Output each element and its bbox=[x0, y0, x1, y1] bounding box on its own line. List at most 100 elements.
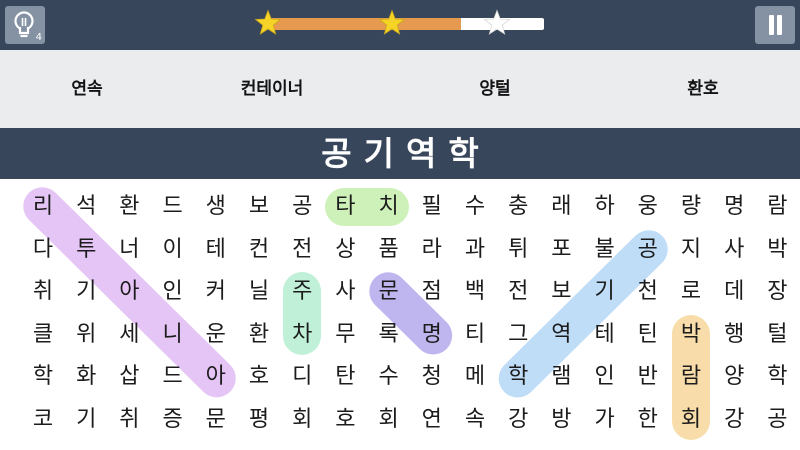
grid-cell[interactable]: 램 bbox=[539, 357, 583, 397]
grid-cell[interactable]: 래 bbox=[539, 187, 583, 227]
grid-cell[interactable]: 기 bbox=[64, 272, 108, 312]
grid-cell[interactable]: 문 bbox=[367, 272, 411, 312]
grid-cell[interactable]: 점 bbox=[410, 272, 454, 312]
grid-cell[interactable]: 강 bbox=[712, 400, 756, 440]
grid-cell[interactable]: 라 bbox=[410, 230, 454, 270]
grid-cell[interactable]: 수 bbox=[367, 357, 411, 397]
hint-button[interactable]: 4 bbox=[5, 6, 45, 44]
grid-cell[interactable]: 무 bbox=[323, 315, 367, 355]
grid-cell[interactable]: 생 bbox=[194, 187, 238, 227]
grid-cell[interactable]: 공 bbox=[626, 230, 670, 270]
grid-cell[interactable]: 드 bbox=[151, 187, 195, 227]
grid-cell[interactable]: 사 bbox=[712, 230, 756, 270]
grid-cell[interactable]: 코 bbox=[21, 400, 65, 440]
grid-cell[interactable]: 티 bbox=[453, 315, 497, 355]
grid-cell[interactable]: 취 bbox=[107, 400, 151, 440]
grid-cell[interactable]: 튀 bbox=[496, 230, 540, 270]
grid-cell[interactable]: 지 bbox=[669, 230, 713, 270]
grid-cell[interactable]: 공 bbox=[280, 187, 324, 227]
grid-cell[interactable]: 위 bbox=[64, 315, 108, 355]
grid-cell[interactable]: 너 bbox=[107, 230, 151, 270]
grid-cell[interactable]: 불 bbox=[583, 230, 627, 270]
grid-cell[interactable]: 기 bbox=[64, 400, 108, 440]
grid-cell[interactable]: 학 bbox=[21, 357, 65, 397]
grid-cell[interactable]: 호 bbox=[323, 400, 367, 440]
grid-cell[interactable]: 아 bbox=[194, 357, 238, 397]
grid-cell[interactable]: 이 bbox=[151, 230, 195, 270]
grid-cell[interactable]: 반 bbox=[626, 357, 670, 397]
grid-cell[interactable]: 인 bbox=[583, 357, 627, 397]
grid-cell[interactable]: 회 bbox=[367, 400, 411, 440]
grid-cell[interactable]: 문 bbox=[194, 400, 238, 440]
grid-cell[interactable]: 평 bbox=[237, 400, 281, 440]
grid-cell[interactable]: 타 bbox=[323, 187, 367, 227]
grid-cell[interactable]: 방 bbox=[539, 400, 583, 440]
grid-cell[interactable]: 명 bbox=[712, 187, 756, 227]
grid-cell[interactable]: 환 bbox=[107, 187, 151, 227]
grid-cell[interactable]: 장 bbox=[755, 272, 799, 312]
grid-cell[interactable]: 웅 bbox=[626, 187, 670, 227]
grid-cell[interactable]: 명 bbox=[410, 315, 454, 355]
grid-cell[interactable]: 닐 bbox=[237, 272, 281, 312]
grid-cell[interactable]: 석 bbox=[64, 187, 108, 227]
grid-cell[interactable]: 틴 bbox=[626, 315, 670, 355]
grid-cell[interactable]: 전 bbox=[280, 230, 324, 270]
grid-cell[interactable]: 다 bbox=[21, 230, 65, 270]
grid-cell[interactable]: 치 bbox=[367, 187, 411, 227]
grid-cell[interactable]: 연 bbox=[410, 400, 454, 440]
grid-cell[interactable]: 행 bbox=[712, 315, 756, 355]
grid-cell[interactable]: 삽 bbox=[107, 357, 151, 397]
grid-cell[interactable]: 백 bbox=[453, 272, 497, 312]
pause-button[interactable] bbox=[755, 6, 795, 44]
grid-cell[interactable]: 커 bbox=[194, 272, 238, 312]
grid-cell[interactable]: 취 bbox=[21, 272, 65, 312]
grid-cell[interactable]: 컨 bbox=[237, 230, 281, 270]
grid-cell[interactable]: 강 bbox=[496, 400, 540, 440]
grid-cell[interactable]: 양 bbox=[712, 357, 756, 397]
grid-cell[interactable]: 량 bbox=[669, 187, 713, 227]
grid-cell[interactable]: 람 bbox=[755, 187, 799, 227]
grid-cell[interactable]: 보 bbox=[237, 187, 281, 227]
grid-cell[interactable]: 회 bbox=[669, 400, 713, 440]
grid-cell[interactable]: 하 bbox=[583, 187, 627, 227]
grid-cell[interactable]: 록 bbox=[367, 315, 411, 355]
grid-cell[interactable]: 테 bbox=[194, 230, 238, 270]
grid-cell[interactable]: 털 bbox=[755, 315, 799, 355]
grid-cell[interactable]: 사 bbox=[323, 272, 367, 312]
grid-cell[interactable]: 메 bbox=[453, 357, 497, 397]
grid-cell[interactable]: 인 bbox=[151, 272, 195, 312]
grid-cell[interactable]: 수 bbox=[453, 187, 497, 227]
grid-cell[interactable]: 클 bbox=[21, 315, 65, 355]
letter-grid[interactable]: 리석환드생보공타치필수충래하웅량명람다투너이테컨전상품라과튀포불공지사박취기아인… bbox=[0, 179, 800, 450]
grid-cell[interactable]: 테 bbox=[583, 315, 627, 355]
grid-cell[interactable]: 학 bbox=[496, 357, 540, 397]
grid-cell[interactable]: 디 bbox=[280, 357, 324, 397]
grid-cell[interactable]: 역 bbox=[539, 315, 583, 355]
grid-cell[interactable]: 공 bbox=[755, 400, 799, 440]
grid-cell[interactable]: 운 bbox=[194, 315, 238, 355]
grid-cell[interactable]: 박 bbox=[669, 315, 713, 355]
grid-cell[interactable]: 그 bbox=[496, 315, 540, 355]
grid-cell[interactable]: 리 bbox=[21, 187, 65, 227]
grid-cell[interactable]: 전 bbox=[496, 272, 540, 312]
grid-cell[interactable]: 차 bbox=[280, 315, 324, 355]
grid-cell[interactable]: 화 bbox=[64, 357, 108, 397]
grid-cell[interactable]: 천 bbox=[626, 272, 670, 312]
grid-cell[interactable]: 환 bbox=[237, 315, 281, 355]
grid-cell[interactable]: 로 bbox=[669, 272, 713, 312]
grid-cell[interactable]: 증 bbox=[151, 400, 195, 440]
grid-cell[interactable]: 세 bbox=[107, 315, 151, 355]
grid-cell[interactable]: 과 bbox=[453, 230, 497, 270]
grid-cell[interactable]: 람 bbox=[669, 357, 713, 397]
grid-cell[interactable]: 포 bbox=[539, 230, 583, 270]
grid-cell[interactable]: 주 bbox=[280, 272, 324, 312]
grid-cell[interactable]: 충 bbox=[496, 187, 540, 227]
grid-cell[interactable]: 보 bbox=[539, 272, 583, 312]
grid-cell[interactable]: 니 bbox=[151, 315, 195, 355]
grid-cell[interactable]: 드 bbox=[151, 357, 195, 397]
grid-cell[interactable]: 기 bbox=[583, 272, 627, 312]
grid-cell[interactable]: 투 bbox=[64, 230, 108, 270]
grid-cell[interactable]: 상 bbox=[323, 230, 367, 270]
grid-cell[interactable]: 품 bbox=[367, 230, 411, 270]
grid-cell[interactable]: 아 bbox=[107, 272, 151, 312]
